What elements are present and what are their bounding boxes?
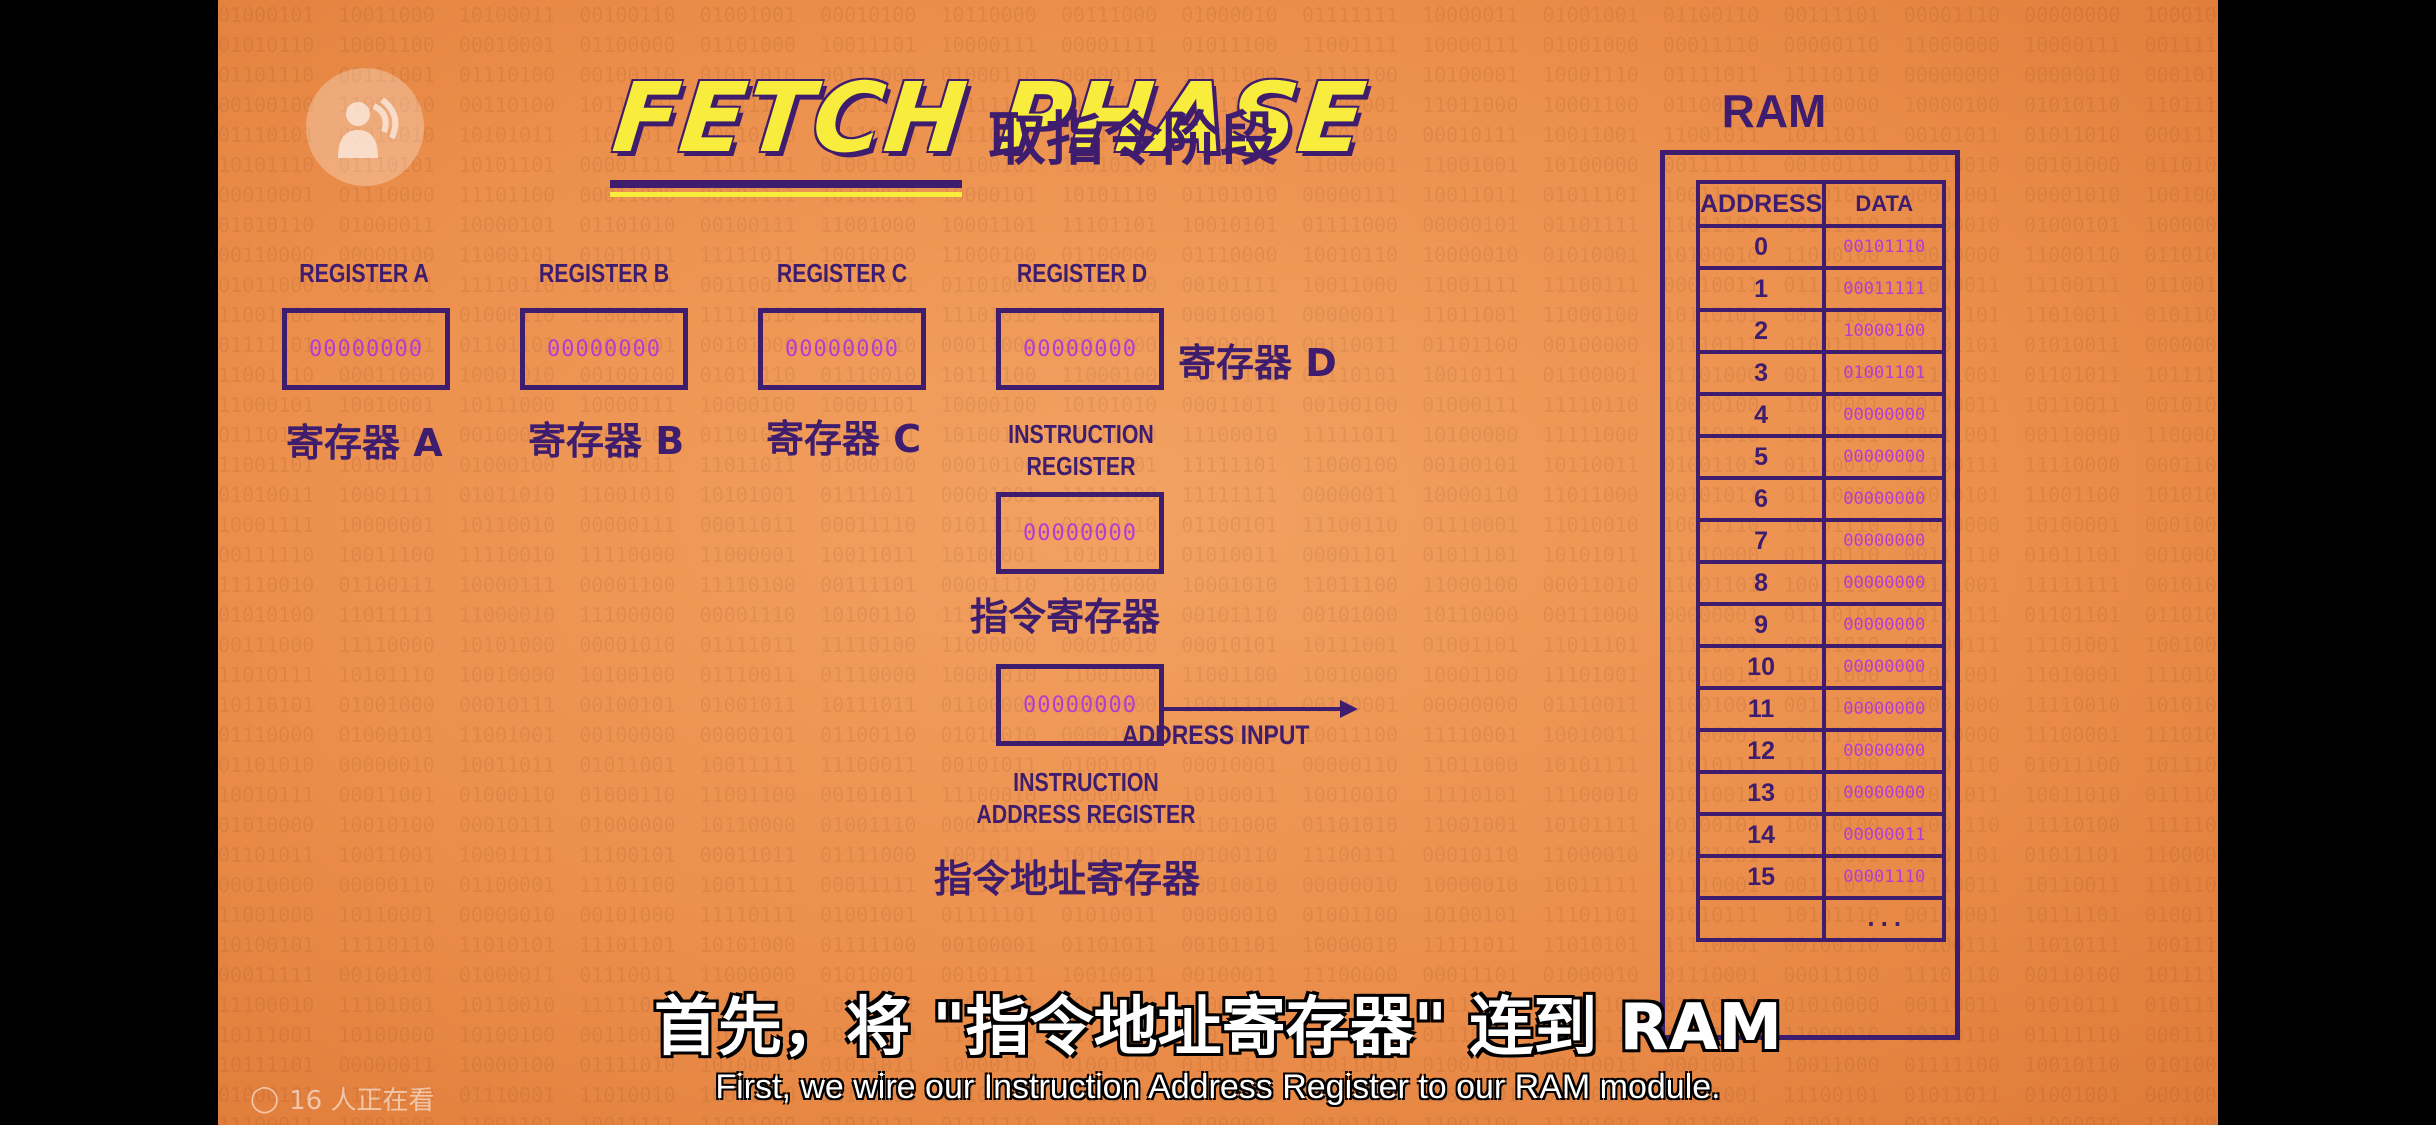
ram-data-cell: 10000100 [1822,308,1947,354]
ram-address-cell: 9 [1695,602,1827,648]
ram-data-cell: 00000000 [1822,644,1947,690]
ram-address-cell: 14 [1695,812,1827,858]
ram-address-cell: 2 [1695,308,1827,354]
ram-row: 0 00101110 [1695,224,1947,270]
ram-row: 6 00000000 [1695,476,1947,522]
ram-row: 1 00011111 [1695,266,1947,312]
ram-data-cell: 00000011 [1822,812,1947,858]
ram-address-cell: 5 [1695,434,1827,480]
ram-address-cell: 7 [1695,518,1827,564]
address-input-label: ADDRESS INPUT [1122,720,1310,750]
ram-data-cell: 00000000 [1822,392,1947,438]
viewer-count: ◯ 16 人正在看 [250,1080,434,1117]
ram-title: RAM [1721,85,1827,137]
ram-address-cell-empty [1695,896,1827,942]
ram-header-row: ADDRESS DATA [1695,180,1947,228]
ram-header-data: DATA [1822,180,1947,228]
ram-row: 3 01001101 [1695,350,1947,396]
ram-row: 11 00000000 [1695,686,1947,732]
ram-address-cell: 11 [1695,686,1827,732]
ram-address-cell: 13 [1695,770,1827,816]
ram-header-address: ADDRESS [1695,180,1827,228]
ram-data-cell: 00000000 [1822,434,1947,480]
ram-data-cell: 00000000 [1822,602,1947,648]
ram-more-indicator: ... [1822,896,1947,942]
ram-address-cell: 15 [1695,854,1827,900]
ram-row: 14 00000011 [1695,812,1947,858]
ram-data-cell: 00000000 [1822,560,1947,606]
ram-data-cell: 00000000 [1822,476,1947,522]
ram-address-cell: 8 [1695,560,1827,606]
ram-row: 7 00000000 [1695,518,1947,564]
ram-data-cell: 00000000 [1822,728,1947,774]
ram-address-cell: 1 [1695,266,1827,312]
ram-data-cell: 00000000 [1822,518,1947,564]
ram-data-cell: 00000000 [1822,686,1947,732]
ram-row: 2 10000100 [1695,308,1947,354]
ram-data-cell: 01001101 [1822,350,1947,396]
ram-address-cell: 12 [1695,728,1827,774]
ram-row: 5 00000000 [1695,434,1947,480]
ram-address-cell: 10 [1695,644,1827,690]
ram-address-cell: 0 [1695,224,1827,270]
ram-table: ADDRESS DATA 0 00101110 1 00011111 2 10000100… [1695,180,1947,942]
ram-row-more: ... [1695,896,1947,942]
ram-row: 8 00000000 [1695,560,1947,606]
ram-address-cell: 3 [1695,350,1827,396]
ram-row: 13 00000000 [1695,770,1947,816]
ram-address-cell: 4 [1695,392,1827,438]
ram-address-cell: 6 [1695,476,1827,522]
viewers-icon: ◯ [250,1083,280,1114]
ram-row: 9 00000000 [1695,602,1947,648]
ram-data-cell: 00000000 [1822,770,1947,816]
ram-data-cell: 00001110 [1822,854,1947,900]
ram-row: 10 00000000 [1695,644,1947,690]
viewer-count-text: 16 人正在看 [289,1086,435,1116]
ram-row: 12 00000000 [1695,728,1947,774]
subtitle-cn: 首先，将 "指令地址寄存器" 连到 RAM [653,991,1783,1065]
ram-data-cell: 00101110 [1822,224,1947,270]
ram-data-cell: 00011111 [1822,266,1947,312]
ram-row: 15 00001110 [1695,854,1947,900]
ram-row: 4 00000000 [1695,392,1947,438]
video-frame: 01000101 10011000 10100011 00100110 0100… [218,0,2218,1125]
